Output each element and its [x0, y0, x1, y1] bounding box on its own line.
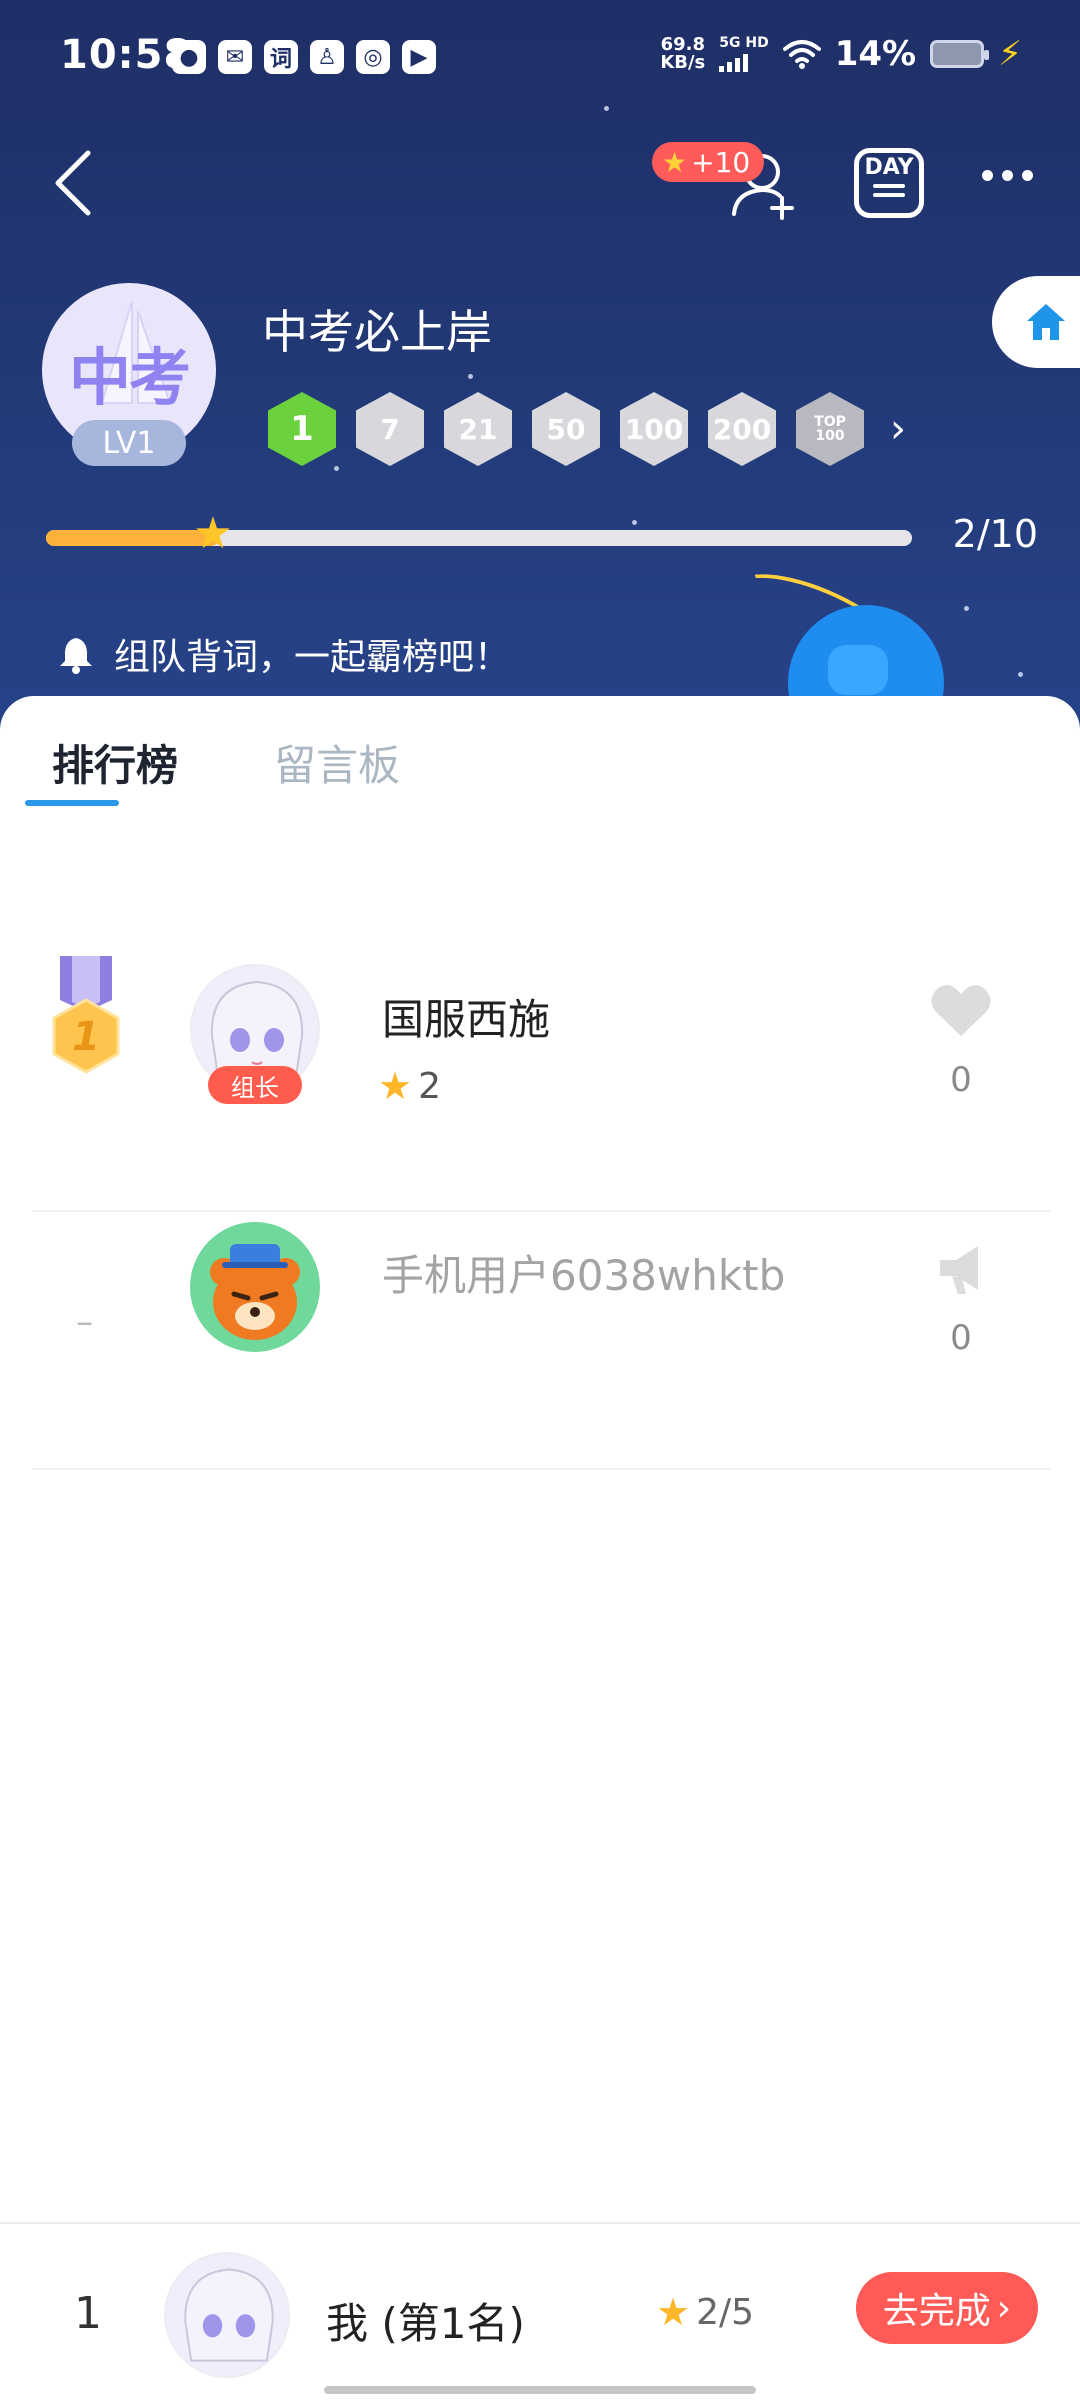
go-complete-label: 去完成 — [882, 2291, 991, 2332]
home-button[interactable] — [992, 276, 1080, 368]
gesture-home-indicator — [324, 2386, 756, 2394]
star-icon: ★ — [656, 2290, 691, 2334]
dot — [982, 170, 993, 181]
dot — [1022, 170, 1033, 181]
progress-label: 2/10 — [952, 512, 1038, 556]
member-name: 手机用户6038whktb — [382, 1251, 786, 1300]
group-avatar-text: 中考 — [68, 341, 191, 414]
dictionary-app-icon: 词 — [264, 40, 298, 74]
star-icon: ★ — [662, 145, 688, 179]
avatar[interactable] — [190, 1222, 320, 1352]
reward-badge: ★ +10 — [652, 142, 765, 182]
network-type: 5G HD — [719, 35, 769, 51]
level-badge: LV1 — [72, 420, 186, 466]
streak-badge-100: 100 — [620, 392, 688, 466]
notice-text: 组队背词，一起霸榜吧！ — [114, 637, 511, 678]
home-icon — [1027, 304, 1065, 340]
progress-star-icon: ★ — [193, 508, 233, 559]
signal-bars-icon — [719, 50, 768, 72]
list-item[interactable]: – 手机用户6038whktb 0 — [32, 1214, 1050, 1470]
tab-message-board[interactable]: 留言板 — [274, 732, 400, 793]
top100-badge-line2: 100 — [815, 428, 845, 444]
star-dot — [1018, 672, 1023, 677]
member-name: 国服西施 — [382, 995, 551, 1044]
network-speed: 69.8 KB/s — [660, 36, 705, 72]
bell-icon — [60, 638, 92, 674]
chevron-right-icon: › — [996, 2287, 1012, 2329]
member-rank: 1 — [72, 1014, 100, 1060]
wifi-icon — [782, 40, 821, 69]
status-bar: 10:58 ● ✉ 词 ♙ ◎ ▶ 69.8 KB/s 5G HD 14% ⚡ — [0, 0, 1080, 110]
day-label: DAY — [864, 155, 914, 180]
my-avatar — [164, 2252, 290, 2378]
streak-badge-21: 21 — [444, 392, 512, 466]
daily-checkin-button[interactable]: DAY — [854, 148, 924, 218]
like-count: 0 — [950, 1318, 972, 1358]
active-tab-indicator — [25, 800, 119, 806]
star-dot — [468, 374, 473, 379]
member-score-value: 2 — [418, 1065, 441, 1107]
chevron-left-icon — [55, 150, 91, 216]
charging-icon: ⚡ — [998, 34, 1022, 74]
notice-banner: 组队背词，一起霸榜吧！ — [56, 628, 510, 680]
streak-badge-7: 7 — [356, 392, 424, 466]
group-header: 10:58 ● ✉ 词 ♙ ◎ ▶ 69.8 KB/s 5G HD 14% ⚡ … — [0, 0, 1080, 740]
my-label: 我 (第1名) — [326, 2299, 525, 2348]
wechat-icon: ✉ — [218, 40, 252, 74]
heart-like-icon[interactable] — [930, 982, 992, 1038]
calendar-line — [873, 184, 905, 188]
more-options-button[interactable] — [982, 170, 1033, 181]
chevron-right-icon: › — [890, 406, 906, 452]
streak-badge-200: 200 — [708, 392, 776, 466]
video-app-icon: ▶ — [402, 40, 436, 74]
anime-girl-avatar-icon — [184, 2268, 274, 2362]
star-dot — [334, 466, 339, 471]
top100-badge-line1: TOP — [814, 414, 846, 430]
list-item[interactable]: 1 组长 国服西施 ★ 2 0 — [32, 956, 1050, 1212]
my-score: ★ 2/5 — [656, 2290, 754, 2334]
tab-leaderboard[interactable]: 排行榜 — [52, 732, 178, 793]
group-progress-bar: ★ — [46, 512, 912, 556]
network-speed-unit: KB/s — [660, 52, 706, 73]
star-dot — [632, 520, 637, 525]
member-score: ★ 2 — [378, 1064, 441, 1108]
my-rank-bar: 1 我 (第1名) ★ 2/5 去完成 › — [0, 2222, 1080, 2400]
streak-badge-1: 1 — [268, 392, 336, 466]
my-score-value: 2/5 — [696, 2291, 755, 2333]
megaphone-remind-icon[interactable] — [930, 1240, 992, 1296]
member-rank: – — [76, 1302, 93, 1342]
like-count: 0 — [950, 1060, 972, 1100]
app-notification-icon: ♙ — [310, 40, 344, 74]
back-button[interactable] — [44, 145, 104, 221]
ranking-sheet: 排行榜 留言板 1 组长 国服西施 ★ 2 0 – 手机用户6038whktb … — [0, 696, 1080, 2226]
system-indicators: 69.8 KB/s 5G HD 14% ⚡ — [660, 34, 1022, 74]
bear-avatar-icon — [210, 1244, 300, 1340]
reward-value: +10 — [691, 145, 751, 179]
my-rank: 1 — [74, 2288, 102, 2339]
calendar-line — [873, 193, 905, 197]
group-name: 中考必上岸 — [262, 305, 492, 359]
dot — [1002, 170, 1013, 181]
star-dot — [964, 606, 969, 611]
tab-bar: 排行榜 留言板 — [52, 732, 400, 793]
top100-badge: TOP 100 — [796, 392, 864, 466]
star-icon: ★ — [378, 1064, 413, 1108]
battery-percent: 14% — [834, 34, 917, 74]
app-notification-icon: ◎ — [356, 40, 390, 74]
go-complete-button[interactable]: 去完成 › — [856, 2272, 1038, 2344]
battery-icon — [930, 40, 990, 68]
streak-badges[interactable]: 1 7 21 50 100 200 TOP 100 › — [268, 392, 906, 466]
leader-tag: 组长 — [208, 1066, 302, 1104]
app-notification-icon: ● — [172, 40, 206, 74]
notification-icons: ● ✉ 词 ♙ ◎ ▶ — [172, 40, 436, 74]
streak-badge-50: 50 — [532, 392, 600, 466]
cellular-signal: 5G HD — [719, 35, 769, 72]
